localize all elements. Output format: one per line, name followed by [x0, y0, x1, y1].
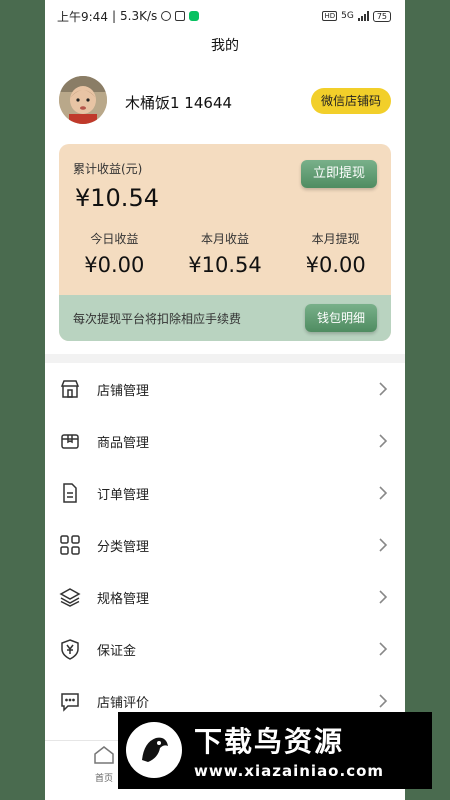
wechat-shop-code-button[interactable]: 微信店铺码: [310, 88, 391, 114]
stat-month: 本月收益 ¥10.54: [170, 230, 281, 277]
battery-icon: 75: [372, 10, 391, 22]
hd-icon: HD: [322, 11, 338, 21]
username: 木桶饭1 14644: [125, 94, 233, 112]
menu-label: 规格管理: [97, 591, 150, 607]
shield-yuan-icon: [59, 638, 81, 660]
profile-section: 木桶饭1 14644 微信店铺码: [45, 60, 405, 144]
layers-icon: [59, 586, 81, 608]
menu-item-products[interactable]: 商品管理: [45, 415, 405, 467]
menu-label: 保证金: [97, 643, 137, 659]
stat-label: 本月收益: [201, 232, 250, 246]
watermark-logo: [126, 722, 182, 778]
menu-label: 店铺管理: [97, 383, 150, 399]
menu-item-specs[interactable]: 规格管理: [45, 571, 405, 623]
card-footer: 每次提现平台将扣除相应手续费 钱包明细: [59, 295, 391, 341]
signal-icon: [357, 11, 369, 21]
wechat-icon: [189, 11, 200, 21]
menu-label: 订单管理: [97, 487, 150, 503]
bird-icon: [128, 724, 180, 776]
wallet-details-button[interactable]: 钱包明细: [305, 304, 377, 332]
menu-label: 店铺评价: [97, 695, 150, 711]
menu-item-deposit[interactable]: 保证金: [45, 623, 405, 675]
stat-value: ¥0.00: [305, 253, 366, 277]
menu-item-store[interactable]: 店铺管理: [45, 363, 405, 415]
status-speed: 5.3K/s: [120, 9, 158, 23]
stat-value: ¥0.00: [84, 253, 145, 277]
stat-month-withdraw: 本月提现 ¥0.00: [280, 230, 391, 277]
alarm-icon: [161, 11, 172, 21]
chevron-right-icon: [379, 434, 388, 448]
menu-list: 店铺管理 商品管理 订单管理 分类管理 规格管理 保证金 店铺评价: [45, 363, 405, 727]
chevron-right-icon: [379, 642, 388, 656]
network-type: 5G: [341, 11, 354, 21]
stat-today: 今日收益 ¥0.00: [59, 230, 170, 277]
watermark-url: www.xiazainiao.com: [194, 762, 385, 780]
nav-home[interactable]: 首页: [91, 745, 117, 784]
grid-icon: [59, 534, 81, 556]
menu-item-orders[interactable]: 订单管理: [45, 467, 405, 519]
app-screen: 上午9:44 | 5.3K/s HD 5G 75 我的 木桶饭1 14644 微…: [45, 0, 405, 800]
chevron-right-icon: [379, 382, 388, 396]
watermark-title: 下载鸟资源: [194, 725, 345, 758]
menu-label: 商品管理: [97, 435, 150, 451]
avatar-image: [59, 76, 107, 124]
earnings-card: 累计收益(元) ¥10.54 立即提现 今日收益 ¥0.00 本月收益 ¥10.…: [59, 144, 391, 341]
document-icon: [59, 482, 81, 504]
fee-note: 每次提现平台将扣除相应手续费: [73, 312, 242, 326]
stat-label: 今日收益: [90, 232, 139, 246]
stat-value: ¥10.54: [188, 253, 262, 277]
page-title: 我的: [211, 38, 239, 54]
stat-label: 本月提现: [311, 232, 360, 246]
nfc-icon: [175, 11, 186, 21]
chevron-right-icon: [379, 486, 388, 500]
home-icon: [94, 746, 114, 764]
cumulative-earnings-value: ¥10.54: [75, 184, 159, 212]
withdraw-now-button[interactable]: 立即提现: [301, 160, 377, 188]
watermark-banner: 下载鸟资源 www.xiazainiao.com: [118, 712, 432, 789]
store-icon: [59, 378, 81, 400]
status-time: 上午9:44: [57, 9, 108, 24]
cumulative-earnings-label: 累计收益(元): [73, 162, 143, 176]
status-right: HD 5G 75: [322, 10, 391, 22]
chevron-right-icon: [379, 538, 388, 552]
chevron-right-icon: [379, 694, 388, 708]
chat-icon: [59, 690, 81, 712]
status-bar: 上午9:44 | 5.3K/s HD 5G 75: [45, 0, 405, 32]
menu-label: 分类管理: [97, 539, 150, 555]
section-divider: [45, 354, 405, 363]
nav-home-label: 首页: [94, 774, 113, 784]
earnings-stats: 今日收益 ¥0.00 本月收益 ¥10.54 本月提现 ¥0.00: [59, 230, 391, 277]
menu-item-categories[interactable]: 分类管理: [45, 519, 405, 571]
chevron-right-icon: [379, 590, 388, 604]
avatar[interactable]: [59, 76, 107, 124]
box-icon: [59, 430, 81, 452]
status-left: 上午9:44 | 5.3K/s: [57, 8, 200, 25]
